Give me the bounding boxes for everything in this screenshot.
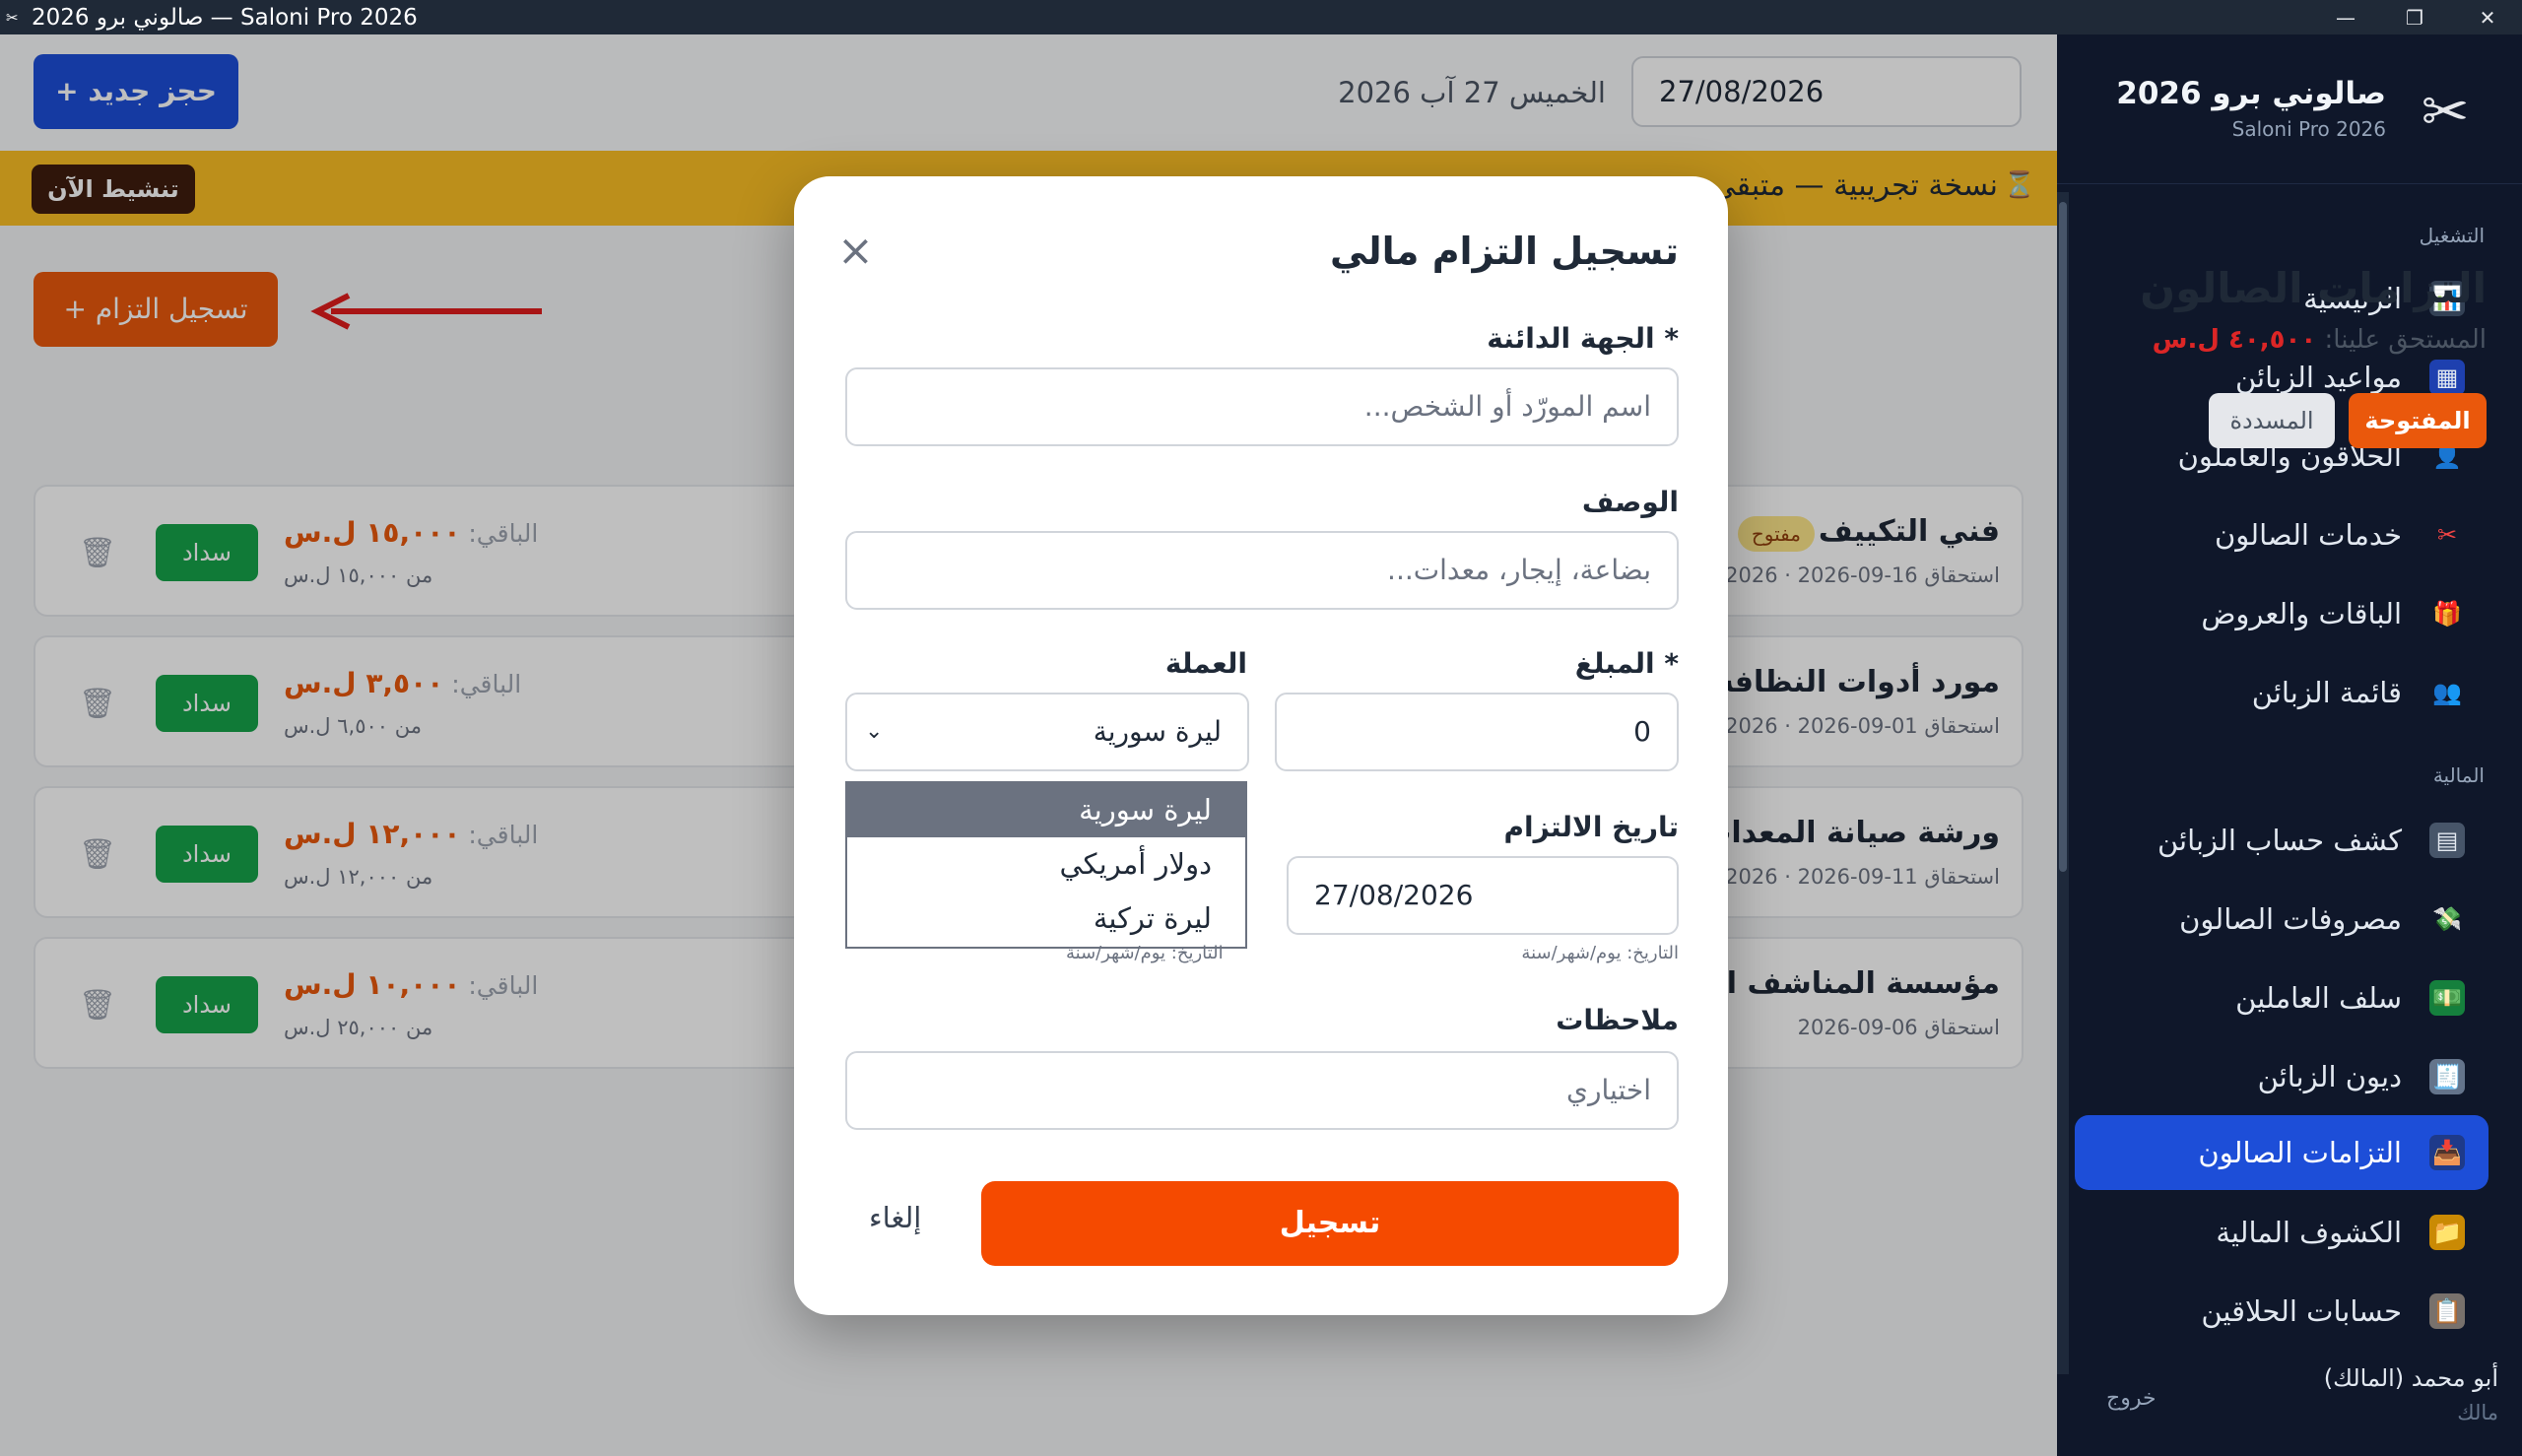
clipboard-icon: 📋 xyxy=(2429,1293,2465,1329)
user-name: أبو محمد (المالك) xyxy=(2323,1364,2498,1392)
sidebar-item-advances[interactable]: 💵 سلف العاملين xyxy=(2075,960,2489,1035)
currency-label: العملة xyxy=(1164,647,1247,680)
tab-paid[interactable]: المسددة xyxy=(2209,393,2335,448)
receipt-icon: 🧾 xyxy=(2429,1059,2465,1094)
sidebar-item-label: قائمة الزبائن xyxy=(2251,676,2402,709)
obligation-date-input[interactable]: 27/08/2026 xyxy=(1287,856,1679,935)
user-role: مالك xyxy=(2457,1401,2498,1424)
sidebar-item-barber-accounts[interactable]: 📋 حسابات الحلاقين xyxy=(2075,1274,2489,1349)
obligation-modal: × تسجيل التزام مالي الجهة الدائنة * اسم … xyxy=(794,176,1728,1315)
calendar-icon: ▦ xyxy=(2429,360,2465,395)
inbox-icon: 📥 xyxy=(2429,1135,2465,1170)
amount-label: المبلغ * xyxy=(1574,647,1679,680)
sidebar-item-label: مصروفات الصالون xyxy=(2179,902,2402,936)
due-label: المستحق علينا: xyxy=(2324,325,2487,355)
description-label: الوصف xyxy=(1581,486,1679,518)
cancel-button[interactable]: إلغاء xyxy=(869,1201,921,1234)
sidebar-item-label: مواعيد الزبائن xyxy=(2234,361,2402,394)
currency-select[interactable]: ليرة سورية ⌄ xyxy=(845,693,1249,771)
logout-button[interactable]: خروج xyxy=(2106,1386,2157,1411)
date-format-hint: التاريخ: يوم/شهر/سنة xyxy=(1521,943,1679,963)
amount-input[interactable]: 0 xyxy=(1275,693,1679,771)
notes-input[interactable]: اختياري xyxy=(845,1051,1679,1130)
brand-subtitle: Saloni Pro 2026 xyxy=(2231,117,2386,141)
sidebar-item-packages[interactable]: 🎁 الباقات والعروض xyxy=(2075,576,2489,651)
banknote-icon: 💵 xyxy=(2429,980,2465,1016)
modal-title: تسجيل التزام مالي xyxy=(1329,230,1679,273)
title-bar: ✂ صالوني برو 2026 — Saloni Pro 2026 — ❐ … xyxy=(0,0,2522,34)
sidebar-item-label: كشف حساب الزبائن xyxy=(2157,824,2402,857)
due-summary: المستحق علينا: ٤٠,٥٠٠ ل.س xyxy=(2153,325,2487,355)
sidebar-item-label: سلف العاملين xyxy=(2235,981,2402,1015)
window-title: صالوني برو 2026 — Saloni Pro 2026 xyxy=(32,4,418,31)
close-window-button[interactable]: ✕ xyxy=(2453,0,2522,34)
sidebar-scrollbar[interactable] xyxy=(2057,192,2069,1374)
description-input[interactable]: بضاعة، إيجار، معدات... xyxy=(845,531,1679,610)
due-value: ٤٠,٥٠٠ ل.س xyxy=(2152,325,2317,355)
sidebar-item-expenses[interactable]: 💸 مصروفات الصالون xyxy=(2075,882,2489,957)
currency-option-try[interactable]: ليرة تركية xyxy=(847,892,1245,946)
page-title: التزامات الصالون xyxy=(2140,264,2487,312)
sidebar-item-customer-statement[interactable]: ▤ كشف حساب الزبائن xyxy=(2075,803,2489,878)
submit-button[interactable]: تسجيل xyxy=(981,1181,1679,1266)
sidebar-item-label: التزامات الصالون xyxy=(2198,1136,2402,1169)
ledger-icon: ▤ xyxy=(2429,823,2465,858)
scissors-logo-icon: ✂ xyxy=(2421,78,2470,145)
sidebar-item-obligations[interactable]: 📥 التزامات الصالون xyxy=(2075,1115,2489,1190)
creditor-input[interactable]: اسم المورّد أو الشخص... xyxy=(845,367,1679,446)
obligation-date-label: تاريخ الالتزام xyxy=(1503,811,1679,843)
currency-date-hint: التاريخ: يوم/شهر/سنة xyxy=(1066,943,1224,963)
close-icon[interactable]: × xyxy=(837,230,874,273)
creditor-label: الجهة الدائنة * xyxy=(1487,322,1679,355)
currency-dropdown: ليرة سورية دولار أمريكي ليرة تركية xyxy=(845,781,1247,949)
sidebar-item-financial-reports[interactable]: 📁 الكشوف المالية xyxy=(2075,1195,2489,1270)
sidebar-item-label: خدمات الصالون xyxy=(2214,518,2402,552)
money-wings-icon: 💸 xyxy=(2432,905,2462,933)
sidebar-item-customer-debts[interactable]: 🧾 ديون الزبائن xyxy=(2075,1039,2489,1114)
currency-option-usd[interactable]: دولار أمريكي xyxy=(847,837,1245,892)
chevron-down-icon: ⌄ xyxy=(865,719,884,744)
app-icon: ✂ xyxy=(6,8,19,27)
notes-label: ملاحظات xyxy=(1556,1004,1679,1036)
tab-open[interactable]: المفتوحة xyxy=(2349,393,2487,448)
sidebar-item-label: ديون الزبائن xyxy=(2257,1060,2402,1093)
brand: ✂ صالوني برو 2026 Saloni Pro 2026 xyxy=(2057,34,2522,184)
section-label-finance: المالية xyxy=(2432,763,2485,787)
maximize-button[interactable]: ❐ xyxy=(2380,0,2449,34)
sidebar-item-services[interactable]: ✂ خدمات الصالون xyxy=(2075,497,2489,572)
gift-icon: 🎁 xyxy=(2432,600,2462,628)
minimize-button[interactable]: — xyxy=(2311,0,2380,34)
users-icon: 👥 xyxy=(2432,679,2462,706)
sidebar-item-label: الكشوف المالية xyxy=(2216,1216,2402,1249)
brand-name: صالوني برو 2026 xyxy=(2116,76,2386,111)
sidebar-item-customers[interactable]: 👥 قائمة الزبائن xyxy=(2075,655,2489,730)
sidebar-item-label: حسابات الحلاقين xyxy=(2201,1294,2402,1328)
currency-option-syp[interactable]: ليرة سورية xyxy=(847,783,1245,837)
sidebar: ✂ صالوني برو 2026 Saloni Pro 2026 التشغي… xyxy=(2057,34,2522,1456)
folder-icon: 📁 xyxy=(2429,1215,2465,1250)
scissors-icon: ✂ xyxy=(2436,521,2458,549)
sidebar-item-label: الباقات والعروض xyxy=(2201,597,2402,630)
section-label-operations: التشغيل xyxy=(2419,224,2485,247)
